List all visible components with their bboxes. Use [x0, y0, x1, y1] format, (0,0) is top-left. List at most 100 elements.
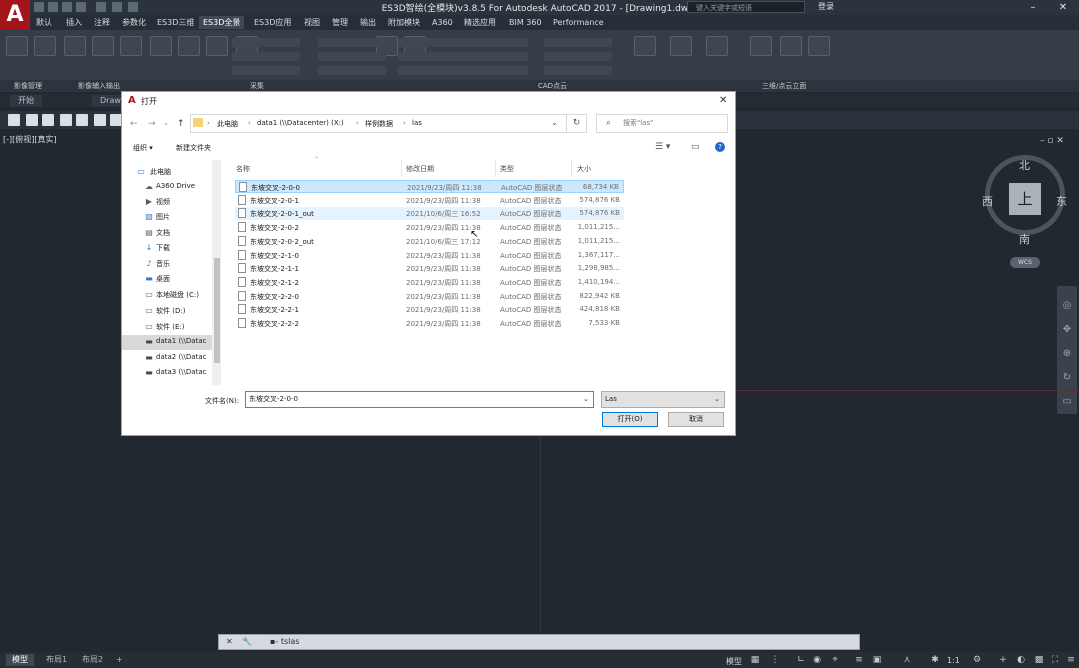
tab-layout2[interactable]: 布局2 — [76, 654, 109, 666]
search-input[interactable]: 键入关键字或短语 — [687, 1, 805, 13]
ribbon-tab[interactable]: 输出 — [356, 16, 380, 29]
forward-arrow-icon[interactable]: → — [148, 119, 156, 129]
ribbon-tab[interactable]: 附加模块 — [384, 16, 424, 29]
workspace-gear-icon[interactable]: ⚙ — [972, 655, 982, 665]
undo-icon[interactable] — [112, 2, 122, 12]
transparency-icon[interactable]: ▣ — [872, 655, 882, 665]
viewcube-west[interactable]: 西 — [982, 193, 993, 209]
ribbon-tool-icon[interactable] — [92, 36, 114, 56]
viewport-label[interactable]: [-][俯视][真实] — [3, 134, 57, 145]
ribbon-small-tool[interactable] — [544, 52, 612, 61]
ribbon-tool-icon[interactable] — [670, 36, 692, 56]
zoom-icon[interactable]: ⊕ — [1061, 348, 1073, 360]
ribbon-small-tool[interactable] — [318, 38, 386, 47]
login-button[interactable]: 登录 — [818, 1, 834, 12]
tool-icon[interactable] — [60, 114, 72, 126]
ribbon-small-tool[interactable] — [398, 38, 466, 47]
back-arrow-icon[interactable]: ← — [130, 119, 138, 129]
file-row[interactable]: 东坡交叉-2-0-1 2021/9/23/周四 11:38 AutoCAD 图层状态… — [235, 194, 624, 207]
file-row[interactable]: 东坡交叉-2-2-0 2021/9/23/周四 11:38 AutoCAD 图层状态… — [235, 290, 624, 303]
steering-wheel-icon[interactable]: ◎ — [1061, 300, 1073, 312]
ribbon-small-tool[interactable] — [318, 66, 386, 75]
column-header-type[interactable]: 类型 — [500, 164, 514, 174]
ribbon-tool-icon[interactable] — [34, 36, 56, 56]
customize-icon[interactable]: ≡ — [1066, 655, 1076, 665]
ribbon-tab[interactable]: 插入 — [62, 16, 86, 29]
command-line[interactable] — [218, 634, 860, 650]
add-layout-button[interactable]: + — [110, 654, 129, 666]
cancel-button[interactable]: 取消 — [668, 412, 724, 427]
help-icon[interactable]: ? — [715, 142, 725, 152]
visibility-icon[interactable]: ✱ — [930, 655, 940, 665]
file-row[interactable]: 东坡交叉-2-2-2 2021/9/23/周四 11:38 AutoCAD 图层状态… — [235, 317, 624, 330]
open-file-icon[interactable] — [48, 2, 58, 12]
save-icon[interactable] — [62, 2, 72, 12]
ribbon-small-tool[interactable] — [460, 66, 528, 75]
filetype-dropdown-icon[interactable]: ⌄ — [714, 395, 720, 403]
print-icon[interactable] — [96, 2, 106, 12]
ribbon-small-tool[interactable] — [232, 66, 300, 75]
tree-item[interactable]: ▬ data2 (\\Datac — [122, 351, 214, 366]
ribbon-small-tool[interactable] — [232, 52, 300, 61]
filename-dropdown-icon[interactable]: ⌄ — [583, 395, 589, 403]
breadcrumb-this-pc[interactable]: 此电脑 — [217, 119, 238, 129]
tab-model[interactable]: 模型 — [6, 654, 34, 666]
tree-item[interactable]: ▨ 图片 — [122, 210, 214, 225]
ribbon-small-tool[interactable] — [398, 66, 466, 75]
tree-item[interactable]: ▤ 文档 — [122, 226, 214, 241]
ribbon-small-tool[interactable] — [460, 38, 528, 47]
file-row[interactable]: 东坡交叉-2-0-2_out 2021/10/6/周三 17:12 AutoCAD … — [235, 235, 624, 248]
ribbon-tab[interactable]: 注释 — [90, 16, 114, 29]
grid-icon[interactable]: ▦ — [750, 655, 760, 665]
column-header-date[interactable]: 修改日期 — [406, 164, 434, 174]
command-input[interactable]: ▪- tslas — [270, 637, 299, 646]
viewcube-south[interactable]: 南 — [1019, 231, 1030, 247]
osnap-icon[interactable]: ⌖ — [830, 655, 840, 665]
ribbon-small-tool[interactable] — [318, 52, 386, 61]
ribbon-tab[interactable]: 参数化 — [118, 16, 150, 29]
column-divider[interactable] — [401, 160, 402, 177]
ribbon-tool-icon[interactable] — [150, 36, 172, 56]
autocad-logo-icon[interactable]: A — [0, 0, 30, 30]
isolate-icon[interactable]: ◐ — [1016, 655, 1026, 665]
new-folder-button[interactable]: 新建文件夹 — [176, 143, 211, 153]
ribbon-small-tool[interactable] — [544, 66, 612, 75]
file-row[interactable]: 东坡交叉-2-0-1_out 2021/10/6/周三 16:52 AutoCAD … — [235, 207, 624, 221]
scale-dropdown[interactable]: 1:1 — [947, 656, 960, 665]
ribbon-tool-icon[interactable] — [750, 36, 772, 56]
ribbon-tool-icon[interactable] — [634, 36, 656, 56]
ribbon-tab[interactable]: ES3D三维 — [153, 16, 198, 29]
snap-icon[interactable]: ⋮ — [770, 655, 780, 665]
plus-icon[interactable]: + — [998, 655, 1008, 665]
view-options-icon[interactable]: ☰ ▾ — [655, 142, 670, 152]
close-icon[interactable]: ✕ — [719, 95, 727, 106]
breadcrumb-las[interactable]: las — [412, 119, 422, 127]
preview-pane-icon[interactable]: ▭ — [691, 142, 700, 152]
ribbon-tab[interactable]: BIM 360 — [505, 16, 546, 29]
up-arrow-icon[interactable]: ↑ — [177, 119, 185, 129]
ribbon-tool-icon[interactable] — [808, 36, 830, 56]
ribbon-tool-icon[interactable] — [6, 36, 28, 56]
tree-item[interactable]: ▭ 此电脑 — [122, 165, 214, 180]
tool-icon[interactable] — [26, 114, 38, 126]
file-row[interactable]: 东坡交叉-2-1-2 2021/9/23/周四 11:38 AutoCAD 图层状态… — [235, 276, 624, 289]
breadcrumb-data1[interactable]: data1 (\\Datacenter) (X:) — [257, 119, 344, 127]
tool-icon[interactable] — [94, 114, 106, 126]
ribbon-tab[interactable]: Performance — [549, 16, 608, 29]
open-button[interactable]: 打开(O) — [602, 412, 658, 427]
ribbon-tool-icon[interactable] — [64, 36, 86, 56]
ribbon-tool-icon[interactable] — [780, 36, 802, 56]
file-row[interactable]: 东坡交叉-2-0-0 2021/9/23/周四 11:38 AutoCAD 图层状态… — [235, 180, 624, 193]
model-space-button[interactable]: 模型 — [726, 656, 742, 667]
breadcrumb-sample-data[interactable]: 样例数据 — [365, 119, 393, 129]
file-row[interactable]: 东坡交叉-2-0-2 2021/9/23/周四 11:38 AutoCAD 图层状态… — [235, 221, 624, 234]
ribbon-small-tool[interactable] — [398, 52, 466, 61]
tab-layout1[interactable]: 布局1 — [40, 654, 73, 666]
ribbon-tool-icon[interactable] — [178, 36, 200, 56]
ribbon-tab[interactable]: 精选应用 — [460, 16, 500, 29]
ribbon-small-tool[interactable] — [232, 38, 300, 47]
wrench-icon[interactable]: 🔧 — [242, 637, 252, 646]
ribbon-tab[interactable]: 默认 — [32, 16, 56, 29]
tree-item[interactable]: ▬ data3 (\\Datac — [122, 366, 214, 381]
hardware-icon[interactable]: ▩ — [1034, 655, 1044, 665]
